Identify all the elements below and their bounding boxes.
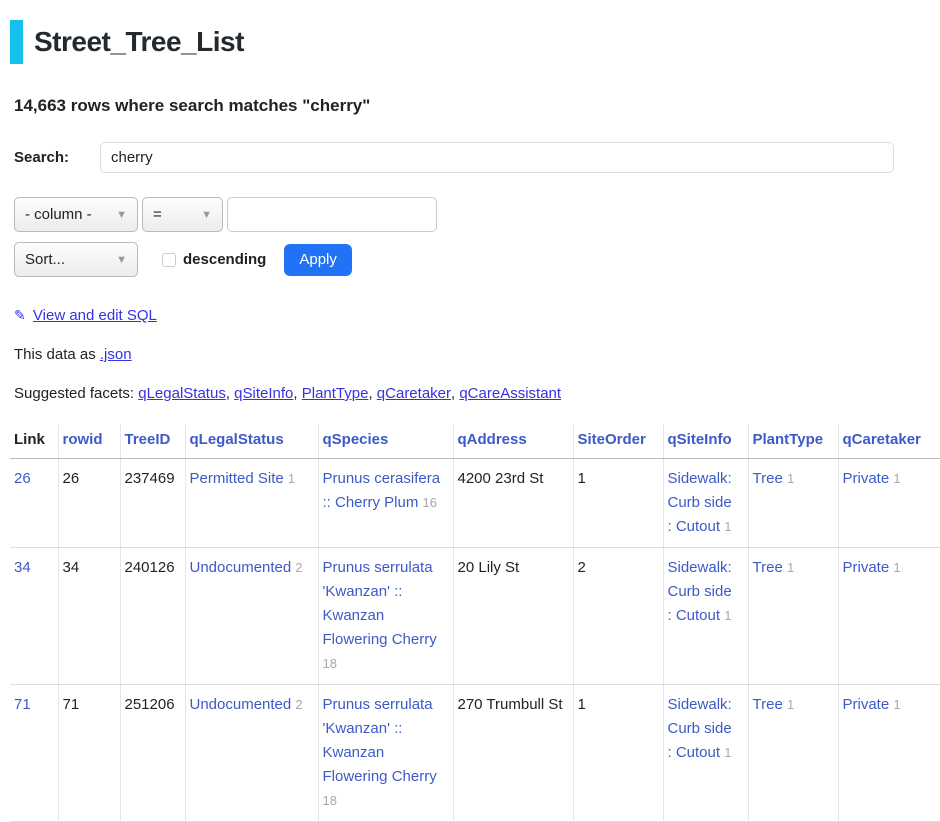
search-input[interactable] <box>100 142 894 173</box>
facet-count: 1 <box>893 697 900 712</box>
table-row: 34 34 240126 Undocumented 2 Prunus serru… <box>10 548 940 685</box>
facet-link-qlegalstatus[interactable]: qLegalStatus <box>138 385 234 402</box>
cell-siteorder: 1 <box>573 459 663 548</box>
cell-treeid: 240126 <box>120 548 185 685</box>
cell-qlegalstatus: Undocumented 2 <box>185 685 318 822</box>
view-edit-sql-link[interactable]: View and edit SQL <box>33 307 157 324</box>
facets-row: Suggested facets: qLegalStatusqSiteInfoP… <box>14 385 940 402</box>
chevron-down-icon: ▼ <box>201 209 212 221</box>
pencil-icon: ✎ <box>14 307 26 323</box>
filter-column-select[interactable]: - column - ▼ <box>14 197 138 232</box>
accent-bar <box>10 20 23 64</box>
filter-column-value: - column - <box>25 206 92 223</box>
filter-operator-value: = <box>153 206 162 223</box>
facet-count: 16 <box>423 495 437 510</box>
apply-button[interactable]: Apply <box>284 244 352 276</box>
table-row: 71 71 251206 Undocumented 2 Prunus serru… <box>10 685 940 822</box>
facet-count: 1 <box>724 608 731 623</box>
cell-qaddress: 20 Lily St <box>453 548 573 685</box>
col-header-planttype[interactable]: PlantType <box>748 424 838 459</box>
cell-qcaretaker: Private 1 <box>838 685 940 822</box>
facet-count: 2 <box>295 560 302 575</box>
page: Street_Tree_List 14,663 rows where searc… <box>0 20 940 822</box>
facet-count: 1 <box>787 471 794 486</box>
facet-count: 2 <box>295 697 302 712</box>
filter-value-input[interactable] <box>227 197 437 232</box>
sort-select-value: Sort... <box>25 251 65 268</box>
facet-count: 1 <box>893 471 900 486</box>
col-header-qsiteinfo[interactable]: qSiteInfo <box>663 424 748 459</box>
col-header-qspecies[interactable]: qSpecies <box>318 424 453 459</box>
cell-qlegalstatus: Permitted Site 1 <box>185 459 318 548</box>
col-header-qcaretaker[interactable]: qCaretaker <box>838 424 940 459</box>
facet-count: 1 <box>893 560 900 575</box>
cell-treeid: 251206 <box>120 685 185 822</box>
facet-link-qcaretaker[interactable]: qCaretaker <box>377 385 460 402</box>
cell-qsiteinfo: Sidewalk: Curb side : Cutout 1 <box>663 548 748 685</box>
col-header-qlegalstatus[interactable]: qLegalStatus <box>185 424 318 459</box>
facet-count: 1 <box>724 745 731 760</box>
cell-rowid: 34 <box>58 548 120 685</box>
chevron-down-icon: ▼ <box>116 254 127 266</box>
facet-count: 1 <box>724 519 731 534</box>
page-title: Street_Tree_List <box>34 20 244 64</box>
data-as-row: This data as .json <box>14 346 940 363</box>
chevron-down-icon: ▼ <box>116 209 127 221</box>
filter-operator-select[interactable]: = ▼ <box>142 197 223 232</box>
cell-qaddress: 270 Trumbull St <box>453 685 573 822</box>
table-row: 26 26 237469 Permitted Site 1 Prunus cer… <box>10 459 940 548</box>
row-link[interactable]: 26 <box>14 470 31 487</box>
cell-planttype: Tree 1 <box>748 459 838 548</box>
cell-planttype: Tree 1 <box>748 685 838 822</box>
cell-qspecies: Prunus serrulata 'Kwanzan' :: Kwanzan Fl… <box>318 685 453 822</box>
cell-treeid: 237469 <box>120 459 185 548</box>
descending-label: descending <box>183 251 266 268</box>
cell-rowid: 26 <box>58 459 120 548</box>
facet-link-qcareassistant[interactable]: qCareAssistant <box>459 385 561 402</box>
page-header: Street_Tree_List <box>10 20 940 64</box>
row-link[interactable]: 34 <box>14 559 31 576</box>
sort-row: Sort... ▼ descending Apply <box>14 242 940 277</box>
col-header-qaddress[interactable]: qAddress <box>453 424 573 459</box>
facet-count: 1 <box>288 471 295 486</box>
data-as-label: This data as <box>14 346 100 363</box>
cell-siteorder: 1 <box>573 685 663 822</box>
cell-qsiteinfo: Sidewalk: Curb side : Cutout 1 <box>663 685 748 822</box>
col-header-link: Link <box>10 424 58 459</box>
cell-qlegalstatus: Undocumented 2 <box>185 548 318 685</box>
cell-qspecies: Prunus cerasifera :: Cherry Plum 16 <box>318 459 453 548</box>
cell-siteorder: 2 <box>573 548 663 685</box>
search-label: Search: <box>14 149 100 166</box>
search-row: Search: <box>14 142 940 173</box>
json-link[interactable]: .json <box>100 346 132 363</box>
cell-qcaretaker: Private 1 <box>838 459 940 548</box>
col-header-treeid[interactable]: TreeID <box>120 424 185 459</box>
descending-checkbox[interactable] <box>162 253 176 267</box>
facet-count: 18 <box>323 656 337 671</box>
col-header-siteorder[interactable]: SiteOrder <box>573 424 663 459</box>
row-link[interactable]: 71 <box>14 696 31 713</box>
facet-count: 18 <box>323 793 337 808</box>
sql-link-row: ✎ View and edit SQL <box>14 307 940 324</box>
cell-rowid: 71 <box>58 685 120 822</box>
cell-qsiteinfo: Sidewalk: Curb side : Cutout 1 <box>663 459 748 548</box>
facet-link-qsiteinfo[interactable]: qSiteInfo <box>234 385 302 402</box>
cell-planttype: Tree 1 <box>748 548 838 685</box>
results-table: Link rowid TreeID qLegalStatus qSpecies … <box>10 424 940 822</box>
facets-label: Suggested facets: <box>14 385 138 402</box>
cell-qaddress: 4200 23rd St <box>453 459 573 548</box>
sort-select[interactable]: Sort... ▼ <box>14 242 138 277</box>
facet-count: 1 <box>787 560 794 575</box>
facet-count: 1 <box>787 697 794 712</box>
cell-qspecies: Prunus serrulata 'Kwanzan' :: Kwanzan Fl… <box>318 548 453 685</box>
cell-qcaretaker: Private 1 <box>838 548 940 685</box>
table-header-row: Link rowid TreeID qLegalStatus qSpecies … <box>10 424 940 459</box>
facet-link-planttype[interactable]: PlantType <box>302 385 377 402</box>
row-count-text: 14,663 rows where search matches "cherry… <box>14 96 940 116</box>
filter-row: - column - ▼ = ▼ <box>14 197 940 232</box>
col-header-rowid[interactable]: rowid <box>58 424 120 459</box>
